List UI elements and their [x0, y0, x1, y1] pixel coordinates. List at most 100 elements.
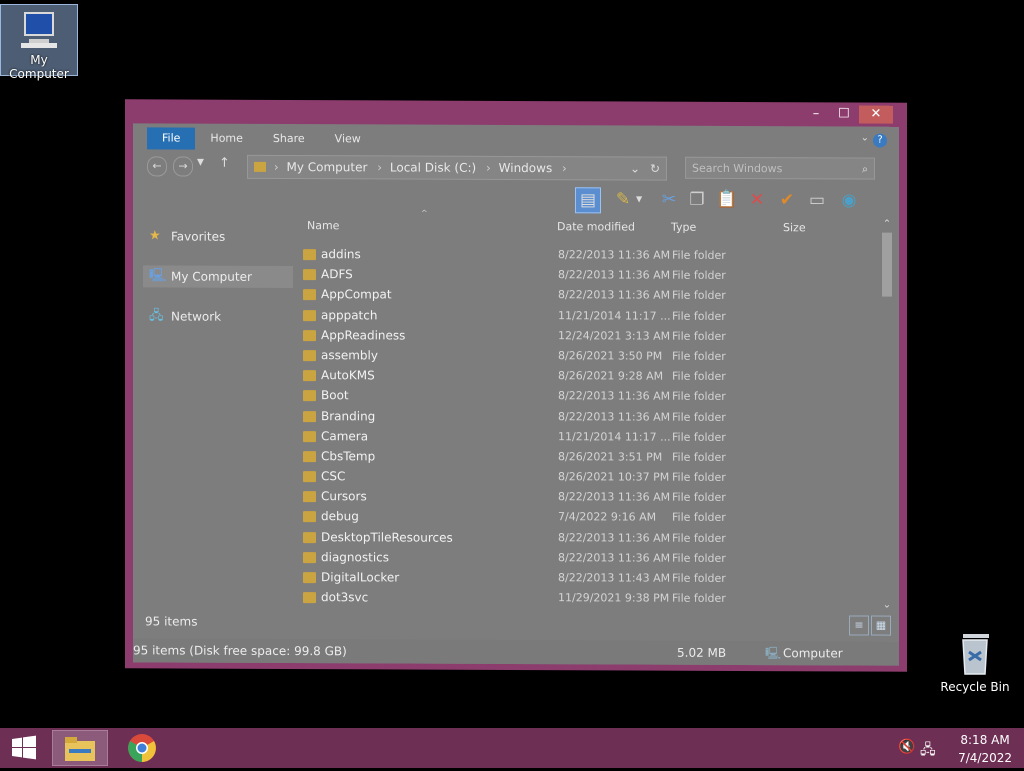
tab-file[interactable]: File	[147, 127, 196, 150]
file-name: AutoKMS	[321, 368, 375, 383]
help-icon[interactable]: ?	[873, 133, 887, 148]
clock[interactable]: 8:18 AM 7/4/2022	[958, 731, 1012, 771]
volume-muted-icon[interactable]: 🔇	[898, 739, 915, 755]
file-type: File folder	[672, 450, 726, 464]
nav-item-favorites[interactable]: ★ Favorites	[143, 225, 293, 248]
column-header-type[interactable]: Type	[671, 218, 696, 238]
breadcrumb-local-disk[interactable]: Local Disk (C:)	[390, 160, 476, 174]
file-row[interactable]: CbsTemp 8/26/2021 3:51 PM File folder	[303, 446, 877, 469]
folder-icon	[303, 511, 316, 523]
file-date: 8/22/2013 11:36 AM	[558, 409, 671, 424]
forward-button[interactable]: →	[173, 156, 193, 177]
cut-icon[interactable]: ✂	[657, 188, 681, 212]
file-name: diagnostics	[321, 549, 390, 565]
nav-item-my-computer[interactable]: 🖳 My Computer	[143, 265, 293, 289]
file-row[interactable]: Boot 8/22/2013 11:36 AM File folder	[303, 385, 877, 408]
rename-check-icon[interactable]: ✔	[775, 188, 799, 212]
address-dropdown-icon[interactable]: ⌄	[630, 157, 640, 179]
file-date: 8/26/2021 10:37 PM	[558, 470, 670, 484]
network-status-icon[interactable]: 🖧	[920, 739, 936, 763]
file-date: 8/22/2013 11:36 AM	[558, 288, 671, 303]
file-row[interactable]: ADFS 8/22/2013 11:36 AM File folder	[303, 264, 877, 287]
delete-icon[interactable]: ✕	[745, 188, 769, 212]
properties-dropdown-icon[interactable]: ▼	[636, 195, 642, 204]
file-date: 8/22/2013 11:36 AM	[558, 268, 671, 282]
breadcrumb-windows[interactable]: Windows	[499, 161, 553, 175]
address-bar[interactable]: › My Computer › Local Disk (C:) › Window…	[247, 154, 667, 181]
close-button[interactable]: ✕	[859, 105, 893, 124]
start-button[interactable]	[0, 730, 48, 766]
file-row[interactable]: CSC 8/26/2021 10:37 PM File folder	[303, 466, 877, 489]
desktop-icon-my-computer[interactable]: My Computer	[0, 4, 78, 81]
maximize-button[interactable]: ☐	[831, 105, 857, 123]
file-name: apppatch	[321, 307, 378, 322]
internet-icon[interactable]: ◉	[837, 188, 861, 212]
column-header-size[interactable]: Size	[783, 218, 806, 238]
details-view-icon[interactable]: ≡	[849, 615, 869, 636]
search-input[interactable]: Search Windows ⌕	[685, 156, 875, 180]
location-label: Computer	[783, 646, 843, 661]
paste-icon[interactable]: 📋	[715, 188, 739, 212]
back-button[interactable]: ←	[147, 156, 167, 177]
properties-icon[interactable]: ✎	[611, 187, 635, 211]
column-header-name[interactable]: Name	[307, 216, 339, 236]
computer-icon: 🖳	[149, 268, 167, 284]
file-type: File folder	[672, 349, 726, 363]
nav-item-network[interactable]: 🖧 Network	[143, 305, 293, 328]
ribbon-expand-icon[interactable]: ⌄	[861, 133, 869, 144]
column-header-date[interactable]: Date modified	[557, 217, 635, 237]
tab-view[interactable]: View	[320, 128, 376, 150]
file-row[interactable]: Branding 8/22/2013 11:36 AM File folder	[303, 406, 877, 429]
file-row[interactable]: Camera 11/21/2014 11:17 ... File folder	[303, 426, 877, 449]
scroll-down-icon[interactable]: ⌄	[881, 600, 893, 611]
scroll-up-icon[interactable]: ⌃	[881, 219, 893, 230]
file-name: DesktopTileResources	[321, 529, 453, 545]
taskbar-chrome[interactable]	[114, 730, 170, 766]
breadcrumb-my-computer[interactable]: My Computer	[286, 160, 367, 174]
toolbar: ▤ ✎ ▼ ✂ ❐ 📋 ✕ ✔ ▭ ◉	[133, 183, 899, 216]
file-row[interactable]: addins 8/22/2013 11:36 AM File folder	[303, 244, 877, 267]
windows-logo-icon	[12, 735, 36, 760]
file-type: File folder	[672, 591, 726, 606]
file-row[interactable]: DesktopTileResources 8/22/2013 11:36 AM Fi…	[303, 527, 877, 550]
file-row[interactable]: AppReadiness 12/24/2021 3:13 AM File folde…	[303, 325, 877, 348]
tab-home[interactable]: Home	[195, 128, 257, 150]
recent-locations-icon[interactable]: ▼	[197, 158, 204, 168]
vertical-scrollbar[interactable]: ⌃ ⌄	[881, 218, 893, 611]
folder-icon	[303, 450, 316, 463]
sort-ascending-icon: ^	[421, 208, 428, 218]
file-row[interactable]: assembly 8/26/2021 3:50 PM File folder	[303, 345, 877, 368]
folder-icon	[303, 249, 316, 261]
file-row[interactable]: AppCompat 8/22/2013 11:36 AM File folder	[303, 284, 877, 307]
desktop-icon-recycle-bin[interactable]: Recycle Bin	[936, 630, 1014, 694]
file-row[interactable]: debug 7/4/2022 9:16 AM File folder	[303, 507, 877, 530]
copy-icon[interactable]: ❐	[685, 188, 709, 212]
explorer-content: File Home Share View ⌄ ? ← → ▼ ↑ › My Co…	[133, 123, 899, 666]
refresh-icon[interactable]: ↻	[650, 158, 660, 180]
file-explorer-window[interactable]: – ☐ ✕ File Home Share View ⌄ ? ← → ▼ ↑ ›…	[125, 99, 907, 672]
file-row[interactable]: apppatch 11/21/2014 11:17 ... File folder	[303, 305, 877, 328]
file-row[interactable]: DigitalLocker 8/22/2013 11:43 AM File fold…	[303, 567, 877, 590]
file-row[interactable]: Cursors 8/22/2013 11:36 AM File folder	[303, 486, 877, 509]
my-computer-icon	[17, 11, 61, 51]
new-folder-icon[interactable]: ▭	[805, 188, 829, 212]
file-type: File folder	[672, 329, 726, 343]
file-row[interactable]: diagnostics 8/22/2013 11:36 AM File folder	[303, 547, 877, 570]
large-icons-view-icon[interactable]: ▦	[871, 615, 891, 636]
file-type: File folder	[672, 268, 726, 283]
file-date: 8/26/2021 9:28 AM	[558, 369, 664, 383]
selection-size: 5.02 MB	[677, 645, 727, 660]
up-button[interactable]: ↑	[219, 156, 230, 171]
file-row[interactable]: AutoKMS 8/26/2021 9:28 AM File folder	[303, 365, 877, 388]
computer-small-icon: 🖳	[765, 646, 782, 661]
minimize-button[interactable]: –	[803, 105, 829, 123]
scrollbar-thumb[interactable]	[882, 232, 892, 297]
folder-icon	[303, 551, 316, 563]
file-type: File folder	[672, 511, 726, 525]
tab-share[interactable]: Share	[258, 128, 320, 150]
taskbar-file-explorer[interactable]	[52, 730, 108, 766]
search-placeholder: Search Windows	[692, 161, 783, 176]
folder-icon	[303, 269, 316, 281]
preview-pane-icon[interactable]: ▤	[575, 187, 601, 214]
file-row[interactable]: dot3svc 11/29/2021 9:38 PM File folder	[303, 587, 877, 610]
